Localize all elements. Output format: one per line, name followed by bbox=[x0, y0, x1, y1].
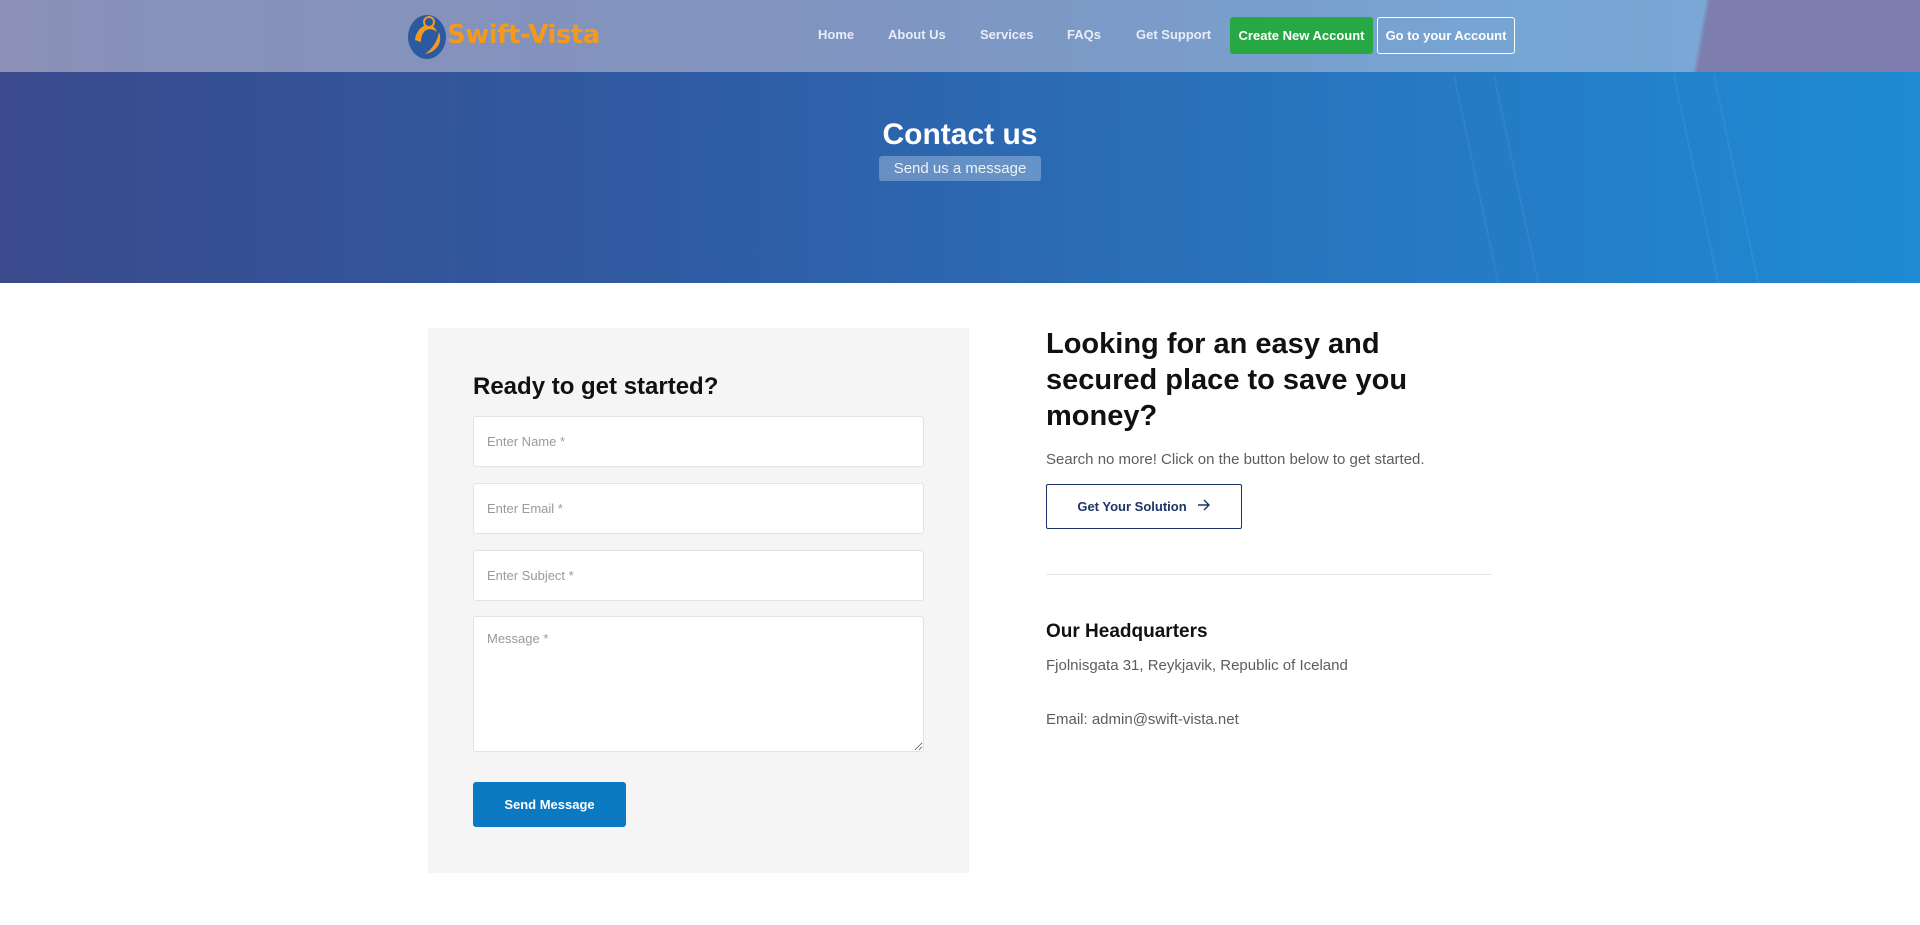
message-textarea[interactable] bbox=[473, 616, 924, 752]
nav-home[interactable]: Home bbox=[818, 27, 854, 42]
info-heading: Looking for an easy and secured place to… bbox=[1046, 328, 1408, 432]
top-navbar bbox=[0, 0, 1920, 72]
section-divider bbox=[1046, 574, 1492, 575]
get-your-solution-button[interactable]: Get Your Solution bbox=[1046, 484, 1242, 529]
navbar-corner-decoration bbox=[1680, 0, 1920, 72]
hero-subtitle-wrap: Send us a message bbox=[0, 156, 1920, 181]
contact-form-card: Ready to get started? Send Message bbox=[428, 328, 969, 873]
email-input[interactable] bbox=[473, 483, 924, 534]
send-message-button[interactable]: Send Message bbox=[473, 782, 626, 827]
nav-faqs[interactable]: FAQs bbox=[1067, 27, 1101, 42]
nav-services[interactable]: Services bbox=[980, 27, 1034, 42]
go-to-account-button[interactable]: Go to your Account bbox=[1377, 17, 1515, 54]
headquarters-email: Email: admin@swift-vista.net bbox=[1046, 711, 1239, 728]
page-title: Contact us bbox=[882, 118, 1038, 151]
subject-input[interactable] bbox=[473, 550, 924, 601]
info-panel: Looking for an easy and secured place to… bbox=[1046, 326, 1492, 728]
form-title: Ready to get started? bbox=[473, 373, 719, 400]
hero-banner: Swift-Vista Home About Us Services FAQs … bbox=[0, 0, 1920, 283]
arrow-right-icon bbox=[1197, 499, 1211, 514]
site-logo[interactable]: Swift-Vista bbox=[407, 9, 600, 61]
info-text: Search no more! Click on the button belo… bbox=[1046, 451, 1425, 468]
nav-get-support[interactable]: Get Support bbox=[1136, 27, 1211, 42]
logo-icon bbox=[407, 10, 451, 60]
solution-label: Get Your Solution bbox=[1077, 499, 1187, 514]
headquarters-address: Fjolnisgata 31, Reykjavik, Republic of I… bbox=[1046, 657, 1348, 674]
logo-text: Swift-Vista bbox=[447, 20, 600, 50]
nav-about-us[interactable]: About Us bbox=[888, 27, 946, 42]
name-input[interactable] bbox=[473, 416, 924, 467]
create-account-button[interactable]: Create New Account bbox=[1230, 17, 1373, 54]
headquarters-title: Our Headquarters bbox=[1046, 621, 1208, 642]
page-subtitle: Send us a message bbox=[878, 156, 1042, 181]
